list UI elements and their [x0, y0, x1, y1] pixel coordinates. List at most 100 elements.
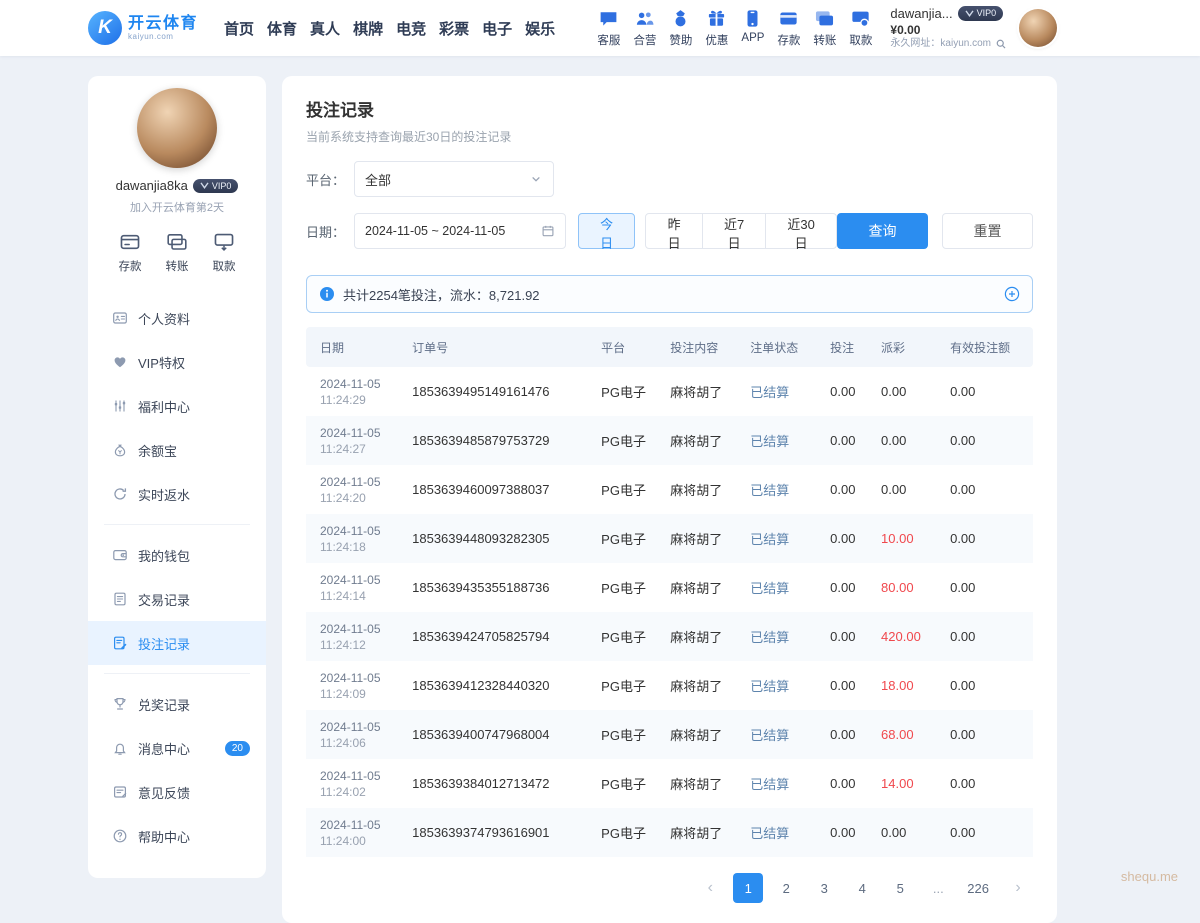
sidebar-item-label: 我的钱包 [138, 546, 190, 565]
nav-item[interactable]: 体育 [267, 18, 297, 39]
range-button[interactable]: 今日 [578, 213, 635, 249]
range-button[interactable]: 近7日 [702, 213, 767, 249]
bet-records-panel: 投注记录 当前系统支持查询最近30日的投注记录 平台： 全部 日期： 2024-… [282, 76, 1057, 923]
logo-text: 开云体育 kaiyun.com [128, 15, 198, 41]
support-icon [598, 8, 619, 29]
platform-label: 平台： [306, 170, 354, 189]
platform-select-value: 全部 [365, 170, 391, 189]
nav-shortcut[interactable]: 取款 [849, 8, 872, 48]
sidebar-item[interactable]: 个人资料 [88, 296, 266, 340]
wallet-icon [112, 547, 128, 563]
nav-item[interactable]: 彩票 [439, 18, 469, 39]
profile-name-row: dawanjia8ka VIP0 [116, 178, 239, 193]
profile-username: dawanjia8ka [116, 178, 188, 193]
platform-select[interactable]: 全部 [354, 161, 554, 197]
date-range-input[interactable]: 2024-11-05 ~ 2024-11-05 [354, 213, 566, 249]
sidebar-item[interactable]: 交易记录 [88, 577, 266, 621]
nav-item[interactable]: 电子 [482, 18, 512, 39]
nav-shortcut[interactable]: APP [741, 8, 764, 48]
quick-action[interactable]: 转账 [166, 231, 189, 274]
cell-date: 2024-11-0511:24:06 [306, 710, 404, 759]
sidebar-item[interactable]: 余额宝 [88, 428, 266, 472]
cell-date: 2024-11-0511:24:12 [306, 612, 404, 661]
sidebar-item[interactable]: 投注记录 [88, 621, 266, 665]
nav-shortcut[interactable]: 存款 [777, 8, 800, 48]
nav-shortcut-label: 转账 [813, 32, 836, 48]
cell-bet-content: 麻将胡了 [662, 710, 742, 759]
top-navbar: K 开云体育 kaiyun.com 首页体育真人棋牌电竞彩票电子娱乐 客服合营赞… [0, 0, 1200, 56]
nav-item[interactable]: 真人 [310, 18, 340, 39]
cell-valid-amount: 0.00 [942, 661, 1033, 710]
deposit-icon [778, 8, 799, 29]
range-button[interactable]: 近30日 [765, 213, 837, 249]
sidebar-item[interactable]: 我的钱包 [88, 533, 266, 577]
cell-bet-amount: 0.00 [822, 710, 873, 759]
sidebar-item[interactable]: 消息中心20 [88, 726, 266, 770]
cell-platform: PG电子 [593, 759, 662, 808]
cell-bet-amount: 0.00 [822, 367, 873, 416]
nav-shortcut[interactable]: 合营 [633, 8, 656, 48]
cell-payout: 80.00 [873, 563, 942, 612]
cell-status: 已结算 [742, 563, 822, 612]
cell-date: 2024-11-0511:24:29 [306, 367, 404, 416]
pagination-page[interactable]: 5 [885, 873, 915, 903]
reset-button[interactable]: 重置 [942, 213, 1033, 249]
pagination: ‹ 12345... 226 › [306, 873, 1033, 903]
sidebar-item[interactable]: 福利中心 [88, 384, 266, 428]
profile-avatar[interactable] [137, 88, 217, 168]
column-header: 平台 [593, 327, 662, 367]
table-row: 2024-11-0511:24:141853639435355188736PG电… [306, 563, 1033, 612]
cell-platform: PG电子 [593, 465, 662, 514]
nav-item[interactable]: 娱乐 [525, 18, 555, 39]
sidebar-item[interactable]: 帮助中心 [88, 814, 266, 858]
pagination-prev[interactable]: ‹ [695, 873, 725, 903]
pagination-page[interactable]: 226 [961, 873, 995, 903]
pagination-next[interactable]: › [1003, 873, 1033, 903]
nav-item[interactable]: 首页 [224, 18, 254, 39]
cell-bet-content: 麻将胡了 [662, 759, 742, 808]
sidebar-item[interactable]: 兑奖记录 [88, 682, 266, 726]
nav-item[interactable]: 电竞 [396, 18, 426, 39]
nav-shortcut[interactable]: 客服 [597, 8, 620, 48]
search-button[interactable]: 查询 [837, 213, 928, 249]
qa-transfer-icon [166, 231, 188, 253]
range-button[interactable]: 昨日 [645, 213, 702, 249]
sidebar-item[interactable]: 意见反馈 [88, 770, 266, 814]
pagination-ellipsis[interactable]: ... [923, 873, 953, 903]
menu-divider [104, 673, 250, 674]
cell-date: 2024-11-0511:24:27 [306, 416, 404, 465]
user-block[interactable]: dawanjia... VIP0 ¥0.00 永久网址：kaiyun.com [890, 6, 1007, 51]
search-icon[interactable] [995, 38, 1007, 50]
sidebar-item[interactable]: 实时返水 [88, 472, 266, 516]
menu-divider [104, 524, 250, 525]
brand-logo[interactable]: K 开云体育 kaiyun.com [88, 11, 198, 45]
nav-shortcut[interactable]: 转账 [813, 8, 836, 48]
content-area: dawanjia8ka VIP0 加入开云体育第2天 存款转账取款 个人资料VI… [88, 76, 1057, 923]
nav-shortcut[interactable]: 赞助 [669, 8, 692, 48]
cell-bet-content: 麻将胡了 [662, 465, 742, 514]
nav-item[interactable]: 棋牌 [353, 18, 383, 39]
cell-status: 已结算 [742, 465, 822, 514]
pagination-page[interactable]: 4 [847, 873, 877, 903]
profile-icon [112, 310, 128, 326]
quick-actions: 存款转账取款 [119, 231, 236, 274]
cell-platform: PG电子 [593, 514, 662, 563]
user-avatar[interactable] [1019, 9, 1057, 47]
cell-order-number: 1853639460097388037 [404, 465, 593, 514]
app-icon [742, 8, 763, 29]
table-row: 2024-11-0511:24:121853639424705825794PG电… [306, 612, 1033, 661]
pagination-page[interactable]: 1 [733, 873, 763, 903]
pagination-page[interactable]: 2 [771, 873, 801, 903]
cell-valid-amount: 0.00 [942, 514, 1033, 563]
pagination-page[interactable]: 3 [809, 873, 839, 903]
table-row: 2024-11-0511:24:181853639448093282305PG电… [306, 514, 1033, 563]
sidebar-item[interactable]: VIP特权 [88, 340, 266, 384]
nav-shortcut[interactable]: 优惠 [705, 8, 728, 48]
permanent-url: 永久网址：kaiyun.com [890, 38, 1007, 51]
table-row: 2024-11-0511:24:001853639374793616901PG电… [306, 808, 1033, 857]
plus-circle-icon[interactable] [1004, 286, 1020, 302]
quick-action[interactable]: 取款 [213, 231, 236, 274]
sidebar-item-label: 兑奖记录 [138, 695, 190, 714]
quick-action[interactable]: 存款 [119, 231, 142, 274]
cell-date: 2024-11-0511:24:02 [306, 759, 404, 808]
